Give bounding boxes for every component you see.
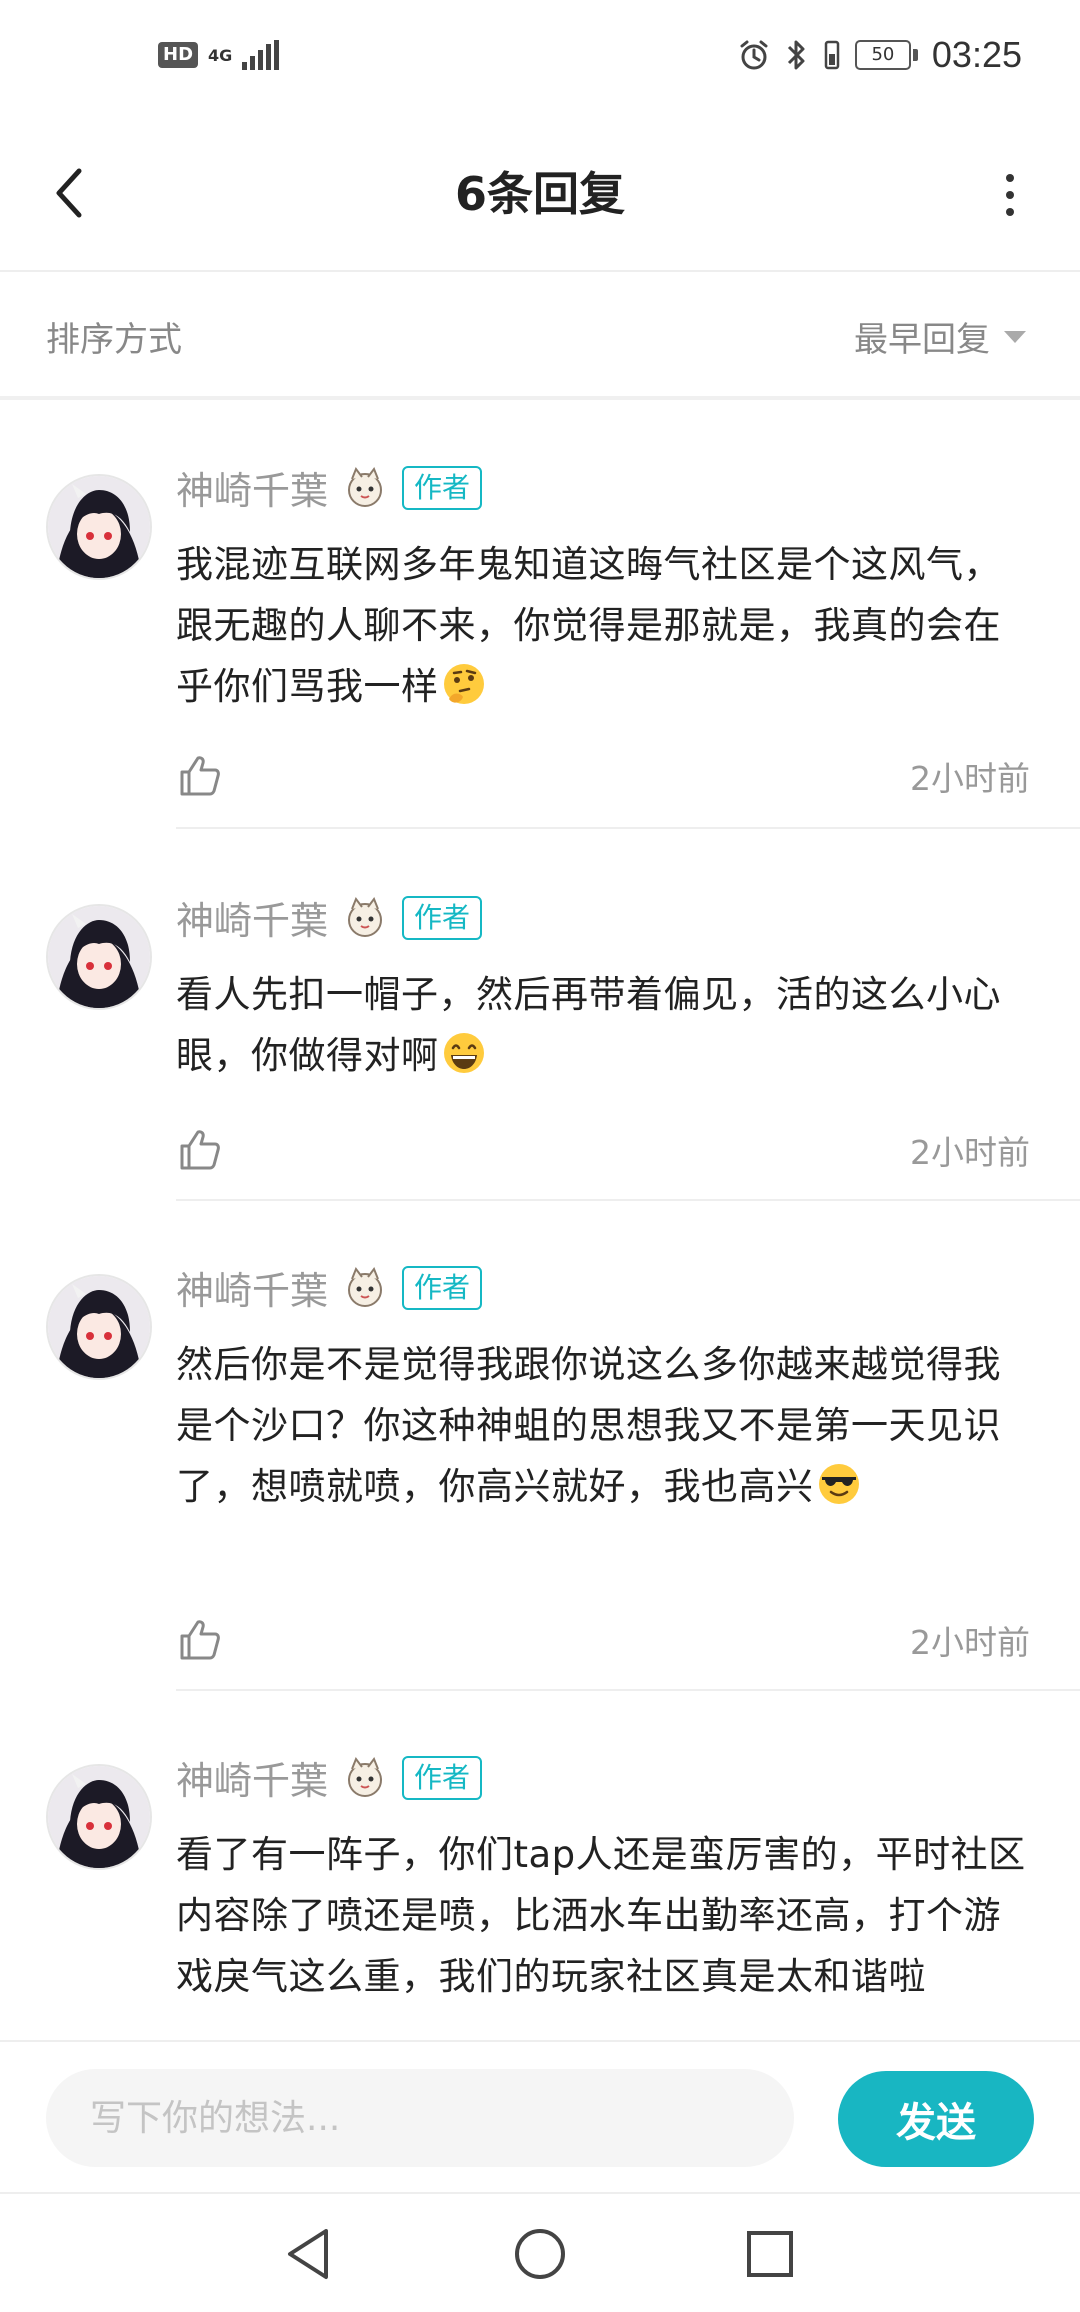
game-badge-icon [348, 896, 383, 937]
divider [176, 827, 1080, 829]
comment-body: 然后你是不是觉得我跟你说这么多你越来越觉得我是个沙口？你这种神蛆的思想我又不是第… [176, 1343, 1001, 1508]
square-recents-icon [747, 2231, 793, 2277]
signal-icon [242, 40, 280, 70]
comment-header: 神崎千葉 作者 [176, 1750, 483, 1805]
game-badge-icon [348, 1756, 383, 1797]
nav-back-button[interactable] [278, 2224, 338, 2284]
triangle-back-icon [288, 2229, 328, 2279]
comment-list: 神崎千葉 作者 我混迹互联网多年鬼知道这晦气社区是个这风气，跟无趣的人聊不来，你… [0, 400, 1080, 2040]
sort-bar: 排序方式 最早回复 [0, 272, 1080, 400]
comment-item: 神崎千葉 作者 看了有一阵子，你们tap人还是蛮厉害的，平时社区内容除了喷还是喷… [0, 1690, 1080, 2040]
more-options-button[interactable] [990, 160, 1030, 230]
author-tag: 作者 [402, 895, 483, 940]
alarm-icon [740, 40, 768, 70]
comment-item: 神崎千葉 作者 看人先扣一帽子，然后再带着偏见，活的这么小心眼，你做得对啊 2小… [0, 830, 1080, 1201]
author-tag: 作者 [402, 465, 483, 510]
username[interactable]: 神崎千葉 [176, 460, 328, 515]
more-vertical-icon [1006, 174, 1014, 182]
network-type: 4G [208, 45, 233, 65]
username[interactable]: 神崎千葉 [176, 1750, 328, 1805]
grinning-face-icon [443, 1033, 484, 1073]
page-title: 6条回复 [454, 167, 625, 221]
avatar[interactable] [46, 474, 152, 580]
comment-body: 我混迹互联网多年鬼知道这晦气社区是个这风气，跟无趣的人聊不来，你觉得是那就是，我… [176, 543, 1001, 708]
comment-time: 2小时前 [910, 1623, 1030, 1662]
game-badge-icon [348, 1266, 383, 1307]
username[interactable]: 神崎千葉 [176, 890, 328, 945]
like-icon[interactable] [176, 1616, 224, 1664]
sort-dropdown[interactable]: 最早回复 [854, 312, 1026, 361]
comment-header: 神崎千葉 作者 [176, 890, 483, 945]
game-badge-icon [348, 466, 383, 507]
nav-home-button[interactable] [510, 2224, 570, 2284]
like-icon[interactable] [176, 752, 224, 800]
nav-recents-button[interactable] [740, 2224, 800, 2284]
comment-text: 看人先扣一帽子，然后再带着偏见，活的这么小心眼，你做得对啊 [176, 964, 1036, 1086]
title-bar: 6条回复 [0, 120, 1080, 272]
caret-down-icon [1004, 330, 1026, 343]
hd-indicator: HD [158, 42, 199, 68]
comment-text: 我混迹互联网多年鬼知道这晦气社区是个这风气，跟无趣的人聊不来，你觉得是那就是，我… [176, 534, 1036, 717]
clock: 03:25 [931, 34, 1022, 75]
battery-level: 50 [854, 40, 911, 70]
comment-header: 神崎千葉 作者 [176, 460, 483, 515]
status-bar: HD 4G 50 03:25 [0, 0, 1080, 120]
avatar[interactable] [46, 904, 152, 1010]
comment-composer: 发送 [0, 2040, 1080, 2192]
status-right: 50 03:25 [737, 34, 1022, 76]
sunglasses-face-icon [818, 1464, 859, 1504]
comment-body: 看人先扣一帽子，然后再带着偏见，活的这么小心眼，你做得对啊 [176, 973, 1001, 1077]
username[interactable]: 神崎千葉 [176, 1260, 328, 1315]
system-nav-bar [0, 2192, 1080, 2312]
comment-item: 神崎千葉 作者 我混迹互联网多年鬼知道这晦气社区是个这风气，跟无趣的人聊不来，你… [0, 400, 1080, 830]
sort-label: 排序方式 [46, 320, 182, 360]
author-tag: 作者 [402, 1265, 483, 1310]
comment-body: 看了有一阵子，你们tap人还是蛮厉害的，平时社区内容除了喷还是喷，比洒水车出勤率… [176, 1833, 1026, 1998]
comment-item: 神崎千葉 作者 然后你是不是觉得我跟你说这么多你越来越觉得我是个沙口？你这种神蛆… [0, 1200, 1080, 1691]
send-button[interactable]: 发送 [838, 2071, 1034, 2167]
avatar[interactable] [46, 1764, 152, 1870]
comment-text: 然后你是不是觉得我跟你说这么多你越来越觉得我是个沙口？你这种神蛆的思想我又不是第… [176, 1334, 1036, 1517]
thinking-face-icon [443, 664, 484, 704]
comment-header: 神崎千葉 作者 [176, 1260, 483, 1315]
status-left: HD 4G [158, 40, 280, 70]
vibrate-icon [824, 40, 840, 70]
avatar[interactable] [46, 1274, 152, 1380]
author-tag: 作者 [402, 1755, 483, 1800]
bluetooth-icon [787, 40, 805, 70]
comment-time: 2小时前 [910, 759, 1030, 798]
sort-selected-value: 最早回复 [854, 320, 990, 360]
like-icon[interactable] [176, 1126, 224, 1174]
circle-home-icon [515, 2229, 565, 2279]
comment-text: 看了有一阵子，你们tap人还是蛮厉害的，平时社区内容除了喷还是喷，比洒水车出勤率… [176, 1824, 1036, 2007]
comment-time: 2小时前 [910, 1133, 1030, 1172]
battery-icon: 50 [854, 40, 918, 70]
comment-input[interactable] [46, 2069, 794, 2167]
